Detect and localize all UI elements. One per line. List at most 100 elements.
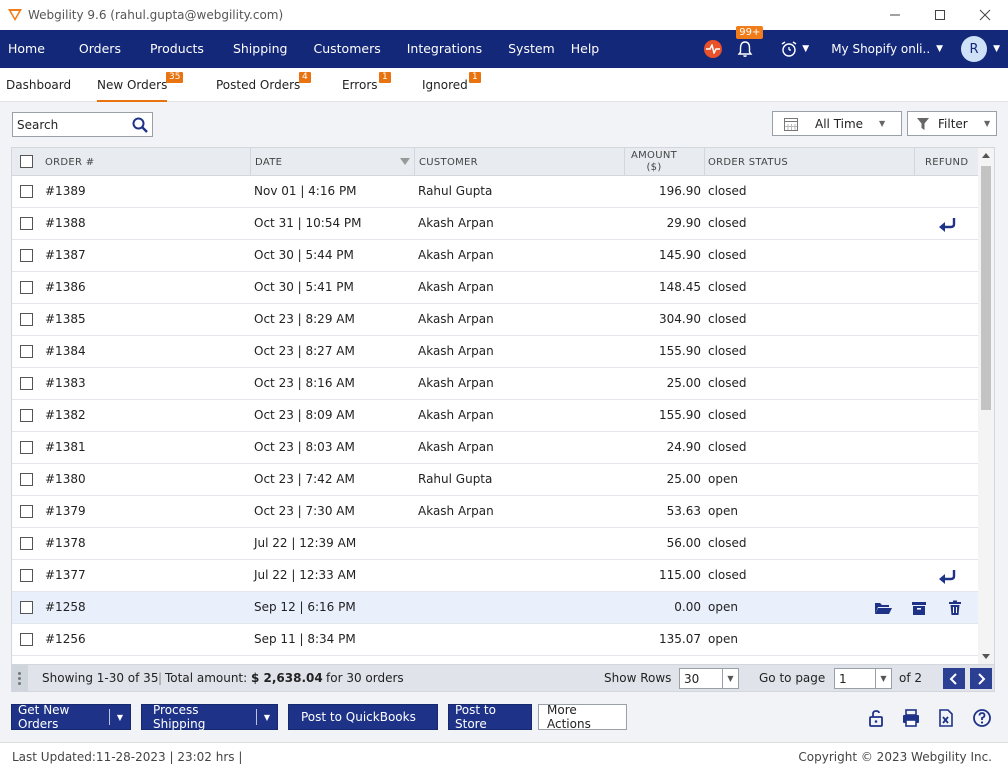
table-row[interactable]: #1382 Oct 23 | 8:09 AM Akash Arpan 155.90 cl… (12, 400, 980, 432)
table-row[interactable]: #1386 Oct 30 | 5:41 PM Akash Arpan 148.45 cl… (12, 272, 980, 304)
chevron-down-icon[interactable]: ▼ (993, 44, 1000, 54)
order-number[interactable]: #1386 (45, 272, 86, 303)
nav-orders[interactable]: Orders (71, 30, 129, 68)
nav-shipping[interactable]: Shipping (225, 30, 296, 68)
scroll-down-arrow[interactable] (982, 654, 990, 659)
order-number[interactable]: #1377 (45, 560, 86, 591)
order-number[interactable]: #1258 (45, 592, 86, 623)
process-shipping-button[interactable]: Process Shipping ▼ (141, 703, 278, 731)
order-number[interactable]: #1387 (45, 240, 86, 271)
col-date[interactable]: DATE (255, 148, 282, 176)
nav-customers[interactable]: Customers (305, 30, 388, 68)
row-checkbox[interactable] (20, 217, 33, 230)
refund-arrow-icon[interactable] (938, 568, 956, 584)
order-number[interactable]: #1385 (45, 304, 86, 335)
notifications-button[interactable]: 99+ (736, 26, 764, 58)
chevron-down-icon[interactable]: ▼ (257, 713, 277, 722)
sort-desc-icon[interactable] (400, 158, 410, 166)
nav-integrations[interactable]: Integrations (399, 30, 490, 68)
chevron-down-icon[interactable]: ▼ (802, 44, 809, 54)
chevron-down-icon[interactable]: ▼ (110, 713, 130, 722)
goto-page-select[interactable]: 1 ▼ (834, 668, 892, 689)
prev-page-button[interactable] (943, 668, 965, 689)
table-row[interactable]: #1387 Oct 30 | 5:44 PM Akash Arpan 145.90 cl… (12, 240, 980, 272)
row-checkbox[interactable] (20, 377, 33, 390)
select-all-checkbox[interactable] (20, 155, 33, 168)
archive-box-icon[interactable] (910, 600, 928, 616)
order-number[interactable]: #1379 (45, 496, 86, 527)
search-input[interactable] (13, 117, 131, 132)
order-number[interactable]: #1380 (45, 464, 86, 495)
tab-dashboard[interactable]: Dashboard (6, 68, 71, 102)
order-number[interactable]: #1383 (45, 368, 86, 399)
date-range-dropdown[interactable]: All Time ▼ (772, 111, 902, 136)
scroll-up-arrow[interactable] (982, 153, 990, 158)
nav-help[interactable]: Help (563, 30, 608, 68)
table-row[interactable]: #1380 Oct 23 | 7:42 AM Rahul Gupta 25.00 ope… (12, 464, 980, 496)
order-number[interactable]: #1381 (45, 432, 86, 463)
table-row[interactable]: #1384 Oct 23 | 8:27 AM Akash Arpan 155.90 cl… (12, 336, 980, 368)
order-number[interactable]: #1388 (45, 208, 86, 239)
tab-ignored[interactable]: Ignored (422, 68, 468, 102)
folder-open-icon[interactable] (874, 600, 892, 616)
row-checkbox[interactable] (20, 185, 33, 198)
row-checkbox[interactable] (20, 601, 33, 614)
table-row[interactable]: #1383 Oct 23 | 8:16 AM Akash Arpan 25.00 clo… (12, 368, 980, 400)
table-row[interactable]: #1256 Sep 11 | 8:34 PM 135.07 open (12, 624, 980, 656)
table-row[interactable]: #1379 Oct 23 | 7:30 AM Akash Arpan 53.63 ope… (12, 496, 980, 528)
activity-pulse-icon[interactable] (704, 40, 723, 58)
row-checkbox[interactable] (20, 441, 33, 454)
trash-icon[interactable] (946, 600, 964, 616)
col-amount[interactable]: AMOUNT ($) (626, 148, 682, 176)
row-checkbox[interactable] (20, 409, 33, 422)
post-to-quickbooks-button[interactable]: Post to QuickBooks (288, 704, 438, 730)
nav-home[interactable]: Home (0, 30, 53, 68)
next-page-button[interactable] (970, 668, 992, 689)
table-row[interactable]: #1378 Jul 22 | 12:39 AM 56.00 closed (12, 528, 980, 560)
col-order[interactable]: ORDER # (45, 148, 94, 176)
table-row[interactable]: #1389 Nov 01 | 4:16 PM Rahul Gupta 196.90 cl… (12, 176, 980, 208)
row-checkbox[interactable] (20, 505, 33, 518)
show-rows-select[interactable]: 30 ▼ (679, 668, 739, 689)
alarm-clock-icon[interactable] (780, 40, 798, 58)
nav-products[interactable]: Products (142, 30, 212, 68)
vertical-scrollbar[interactable] (978, 148, 994, 664)
table-row[interactable]: #1381 Oct 23 | 8:03 AM Akash Arpan 24.90 clo… (12, 432, 980, 464)
row-checkbox[interactable] (20, 537, 33, 550)
excel-export-icon[interactable] (936, 708, 956, 728)
close-button[interactable] (962, 0, 1008, 30)
table-row[interactable]: #1258 Sep 12 | 6:16 PM 0.00 open (12, 592, 980, 624)
table-row[interactable]: #1388 Oct 31 | 10:54 PM Akash Arpan 29.90 cl… (12, 208, 980, 240)
row-checkbox[interactable] (20, 569, 33, 582)
col-status[interactable]: ORDER STATUS (708, 148, 788, 176)
scroll-thumb[interactable] (981, 166, 991, 410)
filter-dropdown[interactable]: Filter ▼ (907, 111, 997, 136)
order-number[interactable]: #1256 (45, 624, 86, 655)
get-new-orders-button[interactable]: Get New Orders ▼ (11, 703, 131, 731)
refund-arrow-icon[interactable] (938, 216, 956, 232)
table-row[interactable]: #1385 Oct 23 | 8:29 AM Akash Arpan 304.90 cl… (12, 304, 980, 336)
order-number[interactable]: #1384 (45, 336, 86, 367)
row-checkbox[interactable] (20, 473, 33, 486)
more-actions-button[interactable]: More Actions (538, 703, 627, 731)
search-icon[interactable] (131, 116, 149, 134)
nav-system[interactable]: System (500, 30, 563, 68)
order-number[interactable]: #1378 (45, 528, 86, 559)
table-row[interactable]: #1377 Jul 22 | 12:33 AM 115.00 closed (12, 560, 980, 592)
grip-handle[interactable] (12, 665, 28, 691)
help-icon[interactable] (972, 708, 992, 728)
col-customer[interactable]: CUSTOMER (419, 148, 478, 176)
avatar[interactable]: R (961, 36, 988, 62)
print-icon[interactable] (901, 708, 921, 728)
col-refund[interactable]: REFUND (925, 148, 968, 176)
row-checkbox[interactable] (20, 633, 33, 646)
store-selector[interactable]: My Shopify onli.. ▼ (831, 42, 943, 56)
order-number[interactable]: #1382 (45, 400, 86, 431)
maximize-button[interactable] (917, 0, 963, 30)
order-number[interactable]: #1389 (45, 176, 86, 207)
row-checkbox[interactable] (20, 313, 33, 326)
unlock-icon[interactable] (866, 708, 886, 728)
row-checkbox[interactable] (20, 249, 33, 262)
row-checkbox[interactable] (20, 281, 33, 294)
tab-new-orders[interactable]: New Orders (97, 68, 168, 102)
